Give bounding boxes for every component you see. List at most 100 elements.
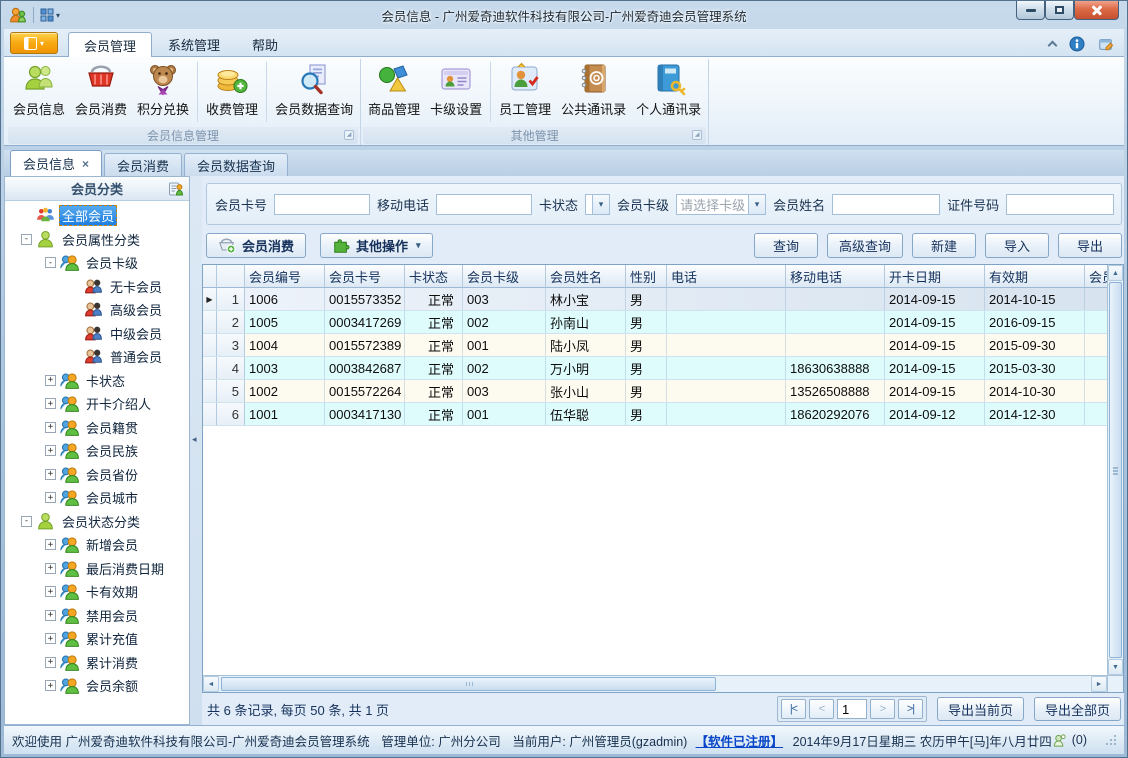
- column-header-member-clipped[interactable]: 会员: [1085, 265, 1107, 288]
- query-button[interactable]: 查询: [753, 232, 818, 258]
- staff-management-button[interactable]: 员工管理: [494, 59, 556, 125]
- id-number-input[interactable]: [1006, 193, 1115, 215]
- layout-grid-icon[interactable]: [40, 8, 54, 22]
- restore-button[interactable]: [1045, 1, 1074, 20]
- next-page-button[interactable]: >: [869, 699, 895, 719]
- tree-node-native-place[interactable]: + 会员籍贯: [5, 416, 189, 440]
- scroll-left-icon[interactable]: ◄: [203, 676, 219, 692]
- member-card-level-select[interactable]: 请选择卡级 ▾: [676, 193, 767, 215]
- tree-node-all-members[interactable]: 全部会员: [5, 204, 189, 228]
- tree-node-normal-member[interactable]: 普通会员: [5, 345, 189, 369]
- member-name-input[interactable]: [832, 193, 941, 215]
- close-button[interactable]: [1074, 1, 1119, 20]
- first-page-button[interactable]: |<: [780, 699, 806, 719]
- scroll-up-icon[interactable]: ▲: [1108, 265, 1123, 281]
- quick-access-toolbar[interactable]: ▾: [40, 8, 60, 22]
- expand-icon[interactable]: +: [45, 633, 56, 645]
- minimize-button[interactable]: [1016, 1, 1045, 20]
- card-level-settings-button[interactable]: 卡级设置: [425, 59, 487, 125]
- tree-node-card-status[interactable]: + 卡状态: [5, 369, 189, 393]
- chevron-down-icon[interactable]: ▾: [748, 194, 766, 214]
- tree-node-no-card-member[interactable]: 无卡会员: [5, 275, 189, 299]
- scroll-down-icon[interactable]: ▼: [1108, 659, 1123, 675]
- public-contacts-button[interactable]: 公共通讯录: [556, 59, 631, 125]
- tab-member-management[interactable]: 会员管理: [68, 32, 153, 57]
- member-info-button[interactable]: 会员信息: [8, 59, 70, 125]
- doc-tab-member-consume[interactable]: 会员消费: [104, 153, 183, 176]
- table-row[interactable]: 4 1003 0003842687 正常 002 万小明男 18630638888 2014-…: [203, 357, 1107, 380]
- column-header-valid-until[interactable]: 有效期: [985, 265, 1085, 288]
- column-header-open-date[interactable]: 开卡日期: [885, 265, 985, 288]
- chevron-down-icon[interactable]: ▾: [592, 194, 610, 214]
- member-consume-action-button[interactable]: 会员消费: [206, 232, 307, 258]
- tree-node-attribute-category[interactable]: - 会员属性分类: [5, 228, 189, 252]
- column-header-gender[interactable]: 性别: [626, 265, 667, 288]
- vertical-scroll-thumb[interactable]: [1109, 282, 1122, 658]
- tree-node-total-recharge[interactable]: + 累计充值: [5, 627, 189, 651]
- feedback-icon[interactable]: [1098, 36, 1114, 52]
- last-page-button[interactable]: >|: [897, 699, 923, 719]
- tree-node-last-consume-date[interactable]: + 最后消费日期: [5, 557, 189, 581]
- card-status-select[interactable]: ▾: [585, 193, 611, 215]
- chevron-down-icon[interactable]: ▾: [56, 11, 60, 20]
- column-header-card-status[interactable]: 卡状态: [405, 265, 463, 288]
- fee-management-button[interactable]: 收费管理: [201, 59, 263, 125]
- resize-grip[interactable]: [1106, 735, 1116, 745]
- expand-icon[interactable]: +: [45, 398, 56, 410]
- new-button[interactable]: 新建: [912, 232, 976, 258]
- tree-node-card-validity[interactable]: + 卡有效期: [5, 580, 189, 604]
- personal-contacts-button[interactable]: 个人通讯录: [631, 59, 706, 125]
- tree-node-status-category[interactable]: - 会员状态分类: [5, 510, 189, 534]
- table-row[interactable]: 2 1005 0003417269 正常 002 孙南山男 2014-09-15 2016-0…: [203, 311, 1107, 334]
- other-actions-button[interactable]: 其他操作 ▾: [320, 232, 433, 258]
- sidebar-splitter[interactable]: ◂: [190, 176, 202, 725]
- points-exchange-button[interactable]: 积分兑换: [132, 59, 194, 125]
- table-row[interactable]: 5 1002 0015572264 正常 003 张小山男 13526508888 2014-…: [203, 380, 1107, 403]
- info-icon[interactable]: [1069, 36, 1085, 52]
- expand-icon[interactable]: +: [45, 421, 56, 433]
- import-button[interactable]: 导入: [985, 232, 1049, 258]
- prev-page-button[interactable]: <: [808, 699, 834, 719]
- column-header-member-name[interactable]: 会员姓名: [546, 265, 626, 288]
- column-header-phone[interactable]: 电话: [667, 265, 786, 288]
- close-tab-icon[interactable]: ×: [82, 158, 89, 170]
- app-logo-icon[interactable]: [9, 6, 27, 24]
- export-button[interactable]: 导出: [1058, 232, 1122, 258]
- dialog-launcher-icon[interactable]: ◢: [344, 130, 355, 140]
- application-menu-button[interactable]: ▾: [10, 32, 58, 54]
- expand-icon[interactable]: +: [45, 586, 56, 598]
- collapse-ribbon-icon[interactable]: [1048, 40, 1056, 48]
- tab-help[interactable]: 帮助: [236, 31, 294, 56]
- dialog-launcher-icon[interactable]: ◢: [692, 130, 703, 140]
- scroll-right-icon[interactable]: ►: [1091, 676, 1107, 692]
- expand-icon[interactable]: +: [45, 468, 56, 480]
- member-card-no-input[interactable]: [274, 193, 371, 215]
- tab-system-management[interactable]: 系统管理: [152, 31, 236, 56]
- tree-node-province[interactable]: + 会员省份: [5, 463, 189, 487]
- tree-node-disabled-members[interactable]: + 禁用会员: [5, 604, 189, 628]
- member-data-query-button[interactable]: 会员数据查询: [270, 59, 358, 125]
- export-all-pages-button[interactable]: 导出全部页: [1033, 697, 1121, 721]
- table-row[interactable]: 6 1001 0003417130 正常 001 伍华聪男 18620292076 2014-…: [203, 403, 1107, 426]
- table-row[interactable]: ▶ 1 1006 0015573352 正常 003 林小宝男 2014-09-15 2014-…: [203, 288, 1107, 311]
- category-settings-icon[interactable]: [168, 181, 184, 197]
- column-header-member-no[interactable]: 会员编号: [245, 265, 325, 288]
- tree-node-member-balance[interactable]: + 会员余额: [5, 674, 189, 698]
- page-number-input[interactable]: [836, 699, 867, 719]
- software-registered-link[interactable]: 【软件已注册】: [696, 731, 784, 750]
- tree-node-card-level[interactable]: - 会员卡级: [5, 251, 189, 275]
- vertical-scrollbar[interactable]: ▲ ▼: [1107, 265, 1123, 675]
- horizontal-scroll-thumb[interactable]: [221, 677, 716, 691]
- expand-icon[interactable]: +: [45, 492, 56, 504]
- doc-tab-member-data-query[interactable]: 会员数据查询: [184, 153, 289, 176]
- table-row[interactable]: 3 1004 0015572389 正常 001 陆小凤男 2014-09-15 2015-0…: [203, 334, 1107, 357]
- collapse-icon[interactable]: -: [21, 515, 32, 527]
- tree-node-total-consume[interactable]: + 累计消费: [5, 651, 189, 675]
- collapse-icon[interactable]: -: [45, 257, 56, 269]
- tree-node-high-member[interactable]: 高级会员: [5, 298, 189, 322]
- tree-node-new-members[interactable]: + 新增会员: [5, 533, 189, 557]
- expand-icon[interactable]: +: [45, 656, 56, 668]
- expand-icon[interactable]: +: [45, 680, 56, 692]
- tree-node-mid-member[interactable]: 中级会员: [5, 322, 189, 346]
- goods-management-button[interactable]: 商品管理: [363, 59, 425, 125]
